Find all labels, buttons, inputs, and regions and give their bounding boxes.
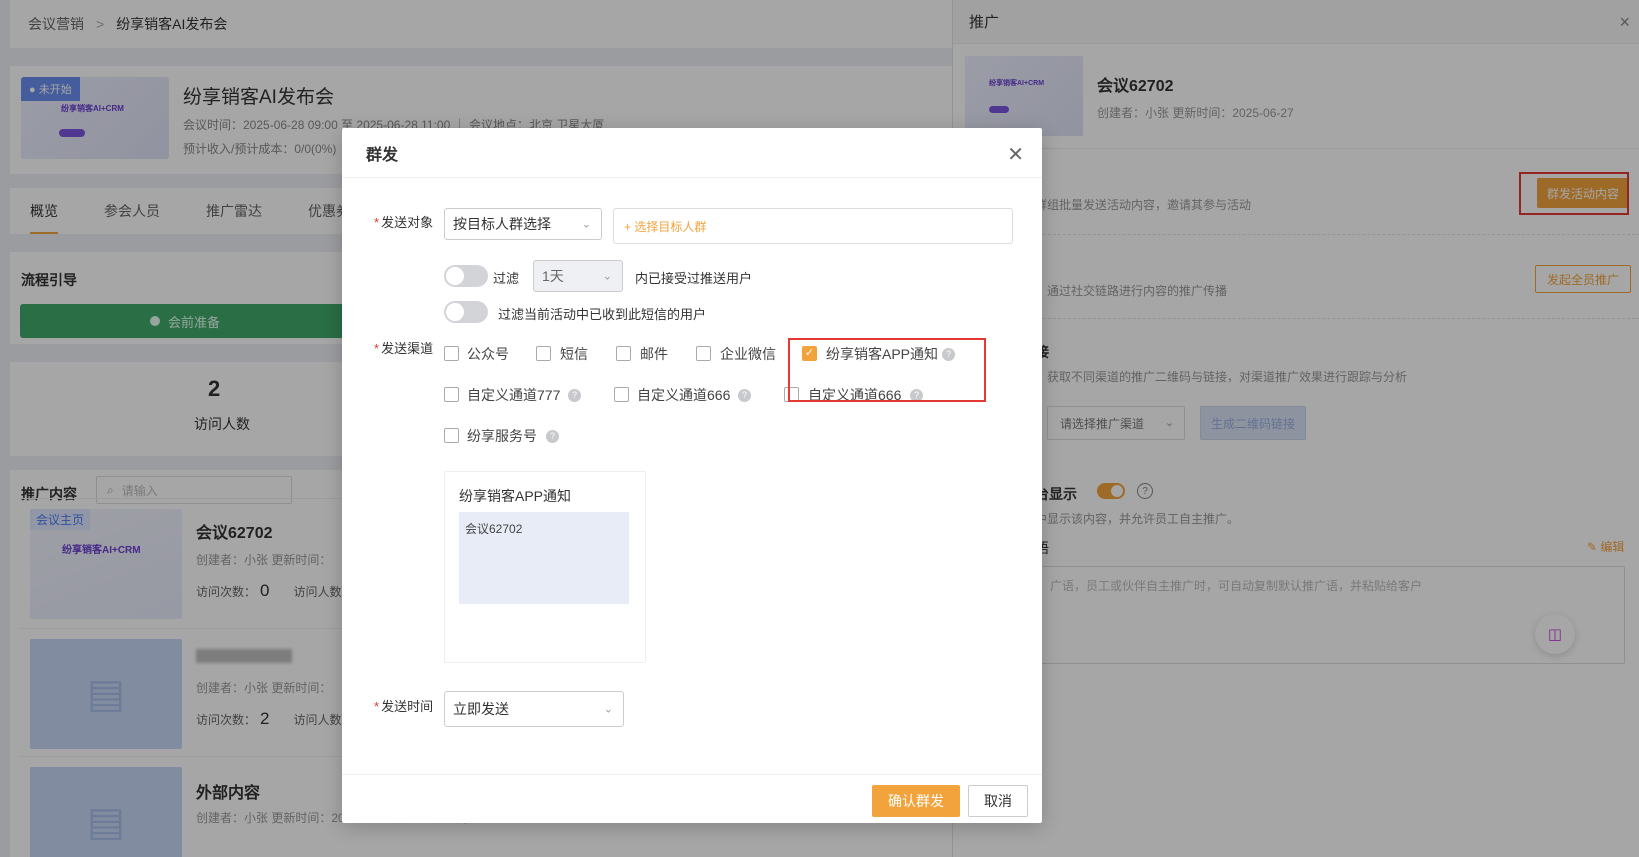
filter-sms-toggle[interactable] xyxy=(444,301,488,323)
channel-label-8: 纷享服务号 xyxy=(467,428,537,444)
checkbox-sms[interactable] xyxy=(536,346,551,361)
send-time-value: 立即发送 xyxy=(453,701,509,717)
checkbox-wecom[interactable] xyxy=(696,346,711,361)
filter-days-select[interactable]: 1天 ⌄ xyxy=(533,260,623,292)
help-icon[interactable]: ? xyxy=(546,430,559,443)
message-preview: 纷享销客APP通知 会议62702 xyxy=(444,471,646,663)
checkbox-service-account[interactable] xyxy=(444,428,459,443)
channel-label: * 发送渠道 xyxy=(374,341,434,356)
time-label: * 发送时间 xyxy=(374,699,434,714)
send-time-select[interactable]: 立即发送 ⌄ xyxy=(444,691,624,727)
mass-send-modal: 群发 ✕ * 发送对象 按目标人群选择 ⌄ + 选择目标人群 过滤 1天 ⌄ 内已… xyxy=(342,128,1042,823)
filter-days-value: 1天 xyxy=(542,268,564,284)
help-icon[interactable]: ? xyxy=(738,389,751,402)
preview-title: 纷享销客APP通知 xyxy=(459,488,572,504)
checkbox-email[interactable] xyxy=(616,346,631,361)
help-icon[interactable]: ? xyxy=(568,389,581,402)
channel-label-3: 企业微信 xyxy=(720,346,776,362)
channel-label-6: 自定义通道666 xyxy=(637,387,731,403)
target-label: * 发送对象 xyxy=(374,215,434,230)
channel-label-5: 自定义通道777 xyxy=(467,387,561,403)
chevron-down-icon: ⌄ xyxy=(603,703,613,716)
filter-label: 过滤 xyxy=(493,271,520,286)
filter-toggle[interactable] xyxy=(444,265,488,287)
preview-body: 会议62702 xyxy=(459,512,629,604)
channel-label-2: 邮件 xyxy=(640,346,668,362)
checkbox-custom-777[interactable] xyxy=(444,387,459,402)
chevron-down-icon: ⌄ xyxy=(602,270,612,283)
chevron-down-icon: ⌄ xyxy=(581,218,591,231)
modal-footer: 确认群发 取消 xyxy=(342,774,1042,823)
checkbox-custom-666-a[interactable] xyxy=(614,387,629,402)
channel-label-1: 短信 xyxy=(560,346,588,362)
close-icon[interactable]: ✕ xyxy=(1007,142,1024,167)
channel-label-0: 公众号 xyxy=(467,346,509,362)
select-target-group-button[interactable]: + 选择目标人群 xyxy=(613,208,1013,244)
highlight-box xyxy=(788,338,986,402)
target-select-value: 按目标人群选择 xyxy=(453,216,551,232)
modal-header: 群发 ✕ xyxy=(342,128,1042,178)
filter-suffix: 内已接受过推送用户 xyxy=(635,271,753,286)
modal-title: 群发 xyxy=(366,146,399,164)
target-select[interactable]: 按目标人群选择 ⌄ xyxy=(444,208,602,240)
cancel-button[interactable]: 取消 xyxy=(968,785,1028,817)
checkbox-official-account[interactable] xyxy=(444,346,459,361)
confirm-send-button[interactable]: 确认群发 xyxy=(872,785,960,817)
filter-sms-label: 过滤当前活动中已收到此短信的用户 xyxy=(498,307,707,322)
